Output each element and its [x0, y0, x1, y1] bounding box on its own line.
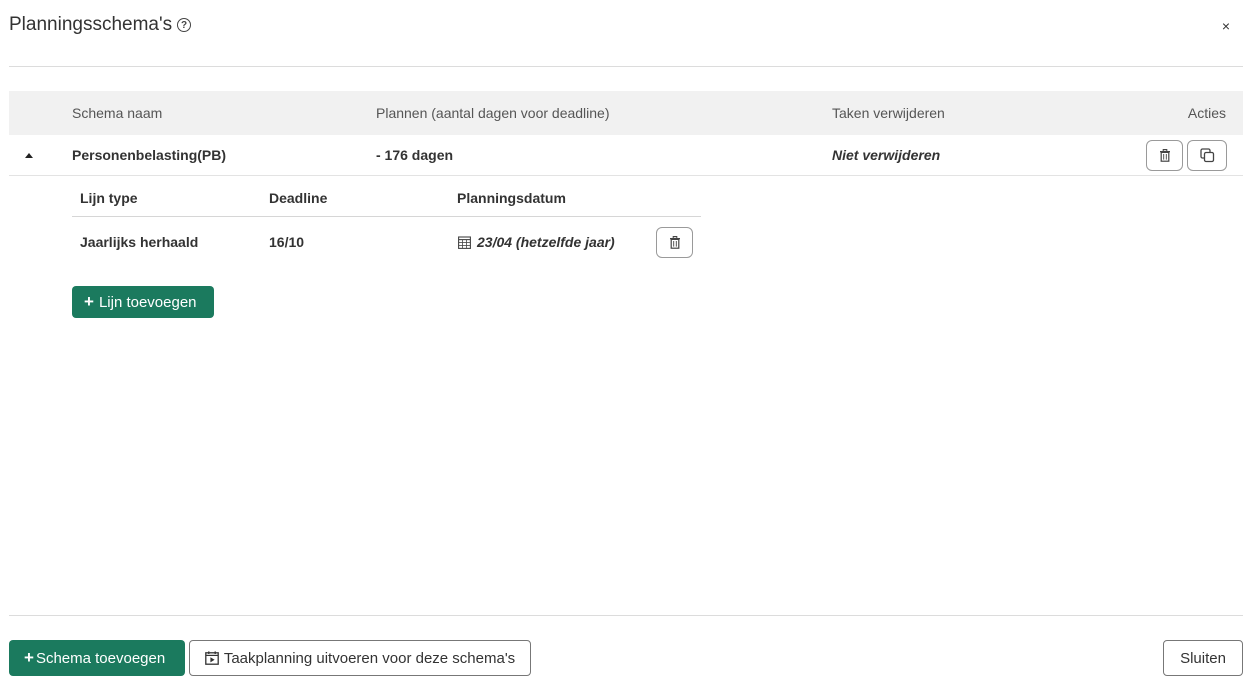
calendar-play-icon — [204, 651, 219, 665]
schema-row: Personenbelasting(PB) - 176 dagen Niet v… — [9, 135, 1243, 176]
modal-title: Planningsschema's ? — [9, 14, 192, 36]
run-planning-button[interactable]: Taakplanning uitvoeren voor deze schema'… — [189, 640, 531, 676]
lines-header-type: Lijn type — [80, 190, 138, 206]
copy-icon — [1199, 148, 1214, 163]
plus-icon: + — [24, 648, 34, 667]
copy-schema-button[interactable] — [1187, 140, 1227, 171]
column-header-name: Schema naam — [72, 105, 163, 121]
column-header-remove: Taken verwijderen — [832, 105, 945, 121]
line-type: Jaarlijks herhaald — [80, 234, 199, 250]
line-planning-date[interactable]: 23/04 (hetzelfde jaar) — [458, 234, 615, 250]
add-line-button[interactable]: + Lijn toevoegen — [72, 286, 214, 318]
delete-schema-button[interactable] — [1146, 140, 1183, 171]
schema-plan-days: - 176 dagen — [376, 147, 454, 163]
lines-header-date: Planningsdatum — [457, 190, 566, 206]
collapse-caret-icon[interactable] — [25, 153, 33, 158]
schema-name: Personenbelasting(PB) — [72, 147, 227, 163]
column-header-plan: Plannen (aantal dagen voor deadline) — [376, 105, 610, 121]
close-button[interactable]: Sluiten — [1163, 640, 1243, 676]
line-deadline: 16/10 — [269, 234, 305, 250]
add-line-label: Lijn toevoegen — [98, 293, 197, 311]
lines-table-header: Lijn type Deadline Planningsdatum — [72, 188, 701, 217]
trash-icon — [669, 236, 680, 249]
calendar-icon — [458, 235, 471, 249]
grid-header: Schema naam Plannen (aantal dagen voor d… — [9, 91, 1243, 135]
header-divider — [9, 66, 1243, 67]
trash-icon — [1159, 149, 1170, 162]
footer-divider — [9, 615, 1243, 616]
column-header-actions: Acties — [1187, 105, 1226, 121]
line-row: Jaarlijks herhaald 16/10 23/04 (hetzelfd… — [72, 225, 701, 261]
schema-remove-tasks: Niet verwijderen — [832, 147, 941, 163]
modal-title-text: Planningsschema's — [9, 14, 173, 35]
delete-line-button[interactable] — [656, 227, 693, 258]
run-planning-label: Taakplanning uitvoeren voor deze schema'… — [223, 649, 516, 667]
help-icon[interactable]: ? — [177, 18, 192, 32]
add-schema-button[interactable]: + Schema toevoegen — [9, 640, 185, 676]
lines-header-deadline: Deadline — [269, 190, 328, 206]
plus-icon: + — [84, 292, 94, 311]
close-icon[interactable]: × — [1222, 18, 1230, 34]
add-schema-label: Schema toevoegen — [35, 649, 166, 667]
line-planning-date-text: 23/04 (hetzelfde jaar) — [477, 234, 615, 250]
